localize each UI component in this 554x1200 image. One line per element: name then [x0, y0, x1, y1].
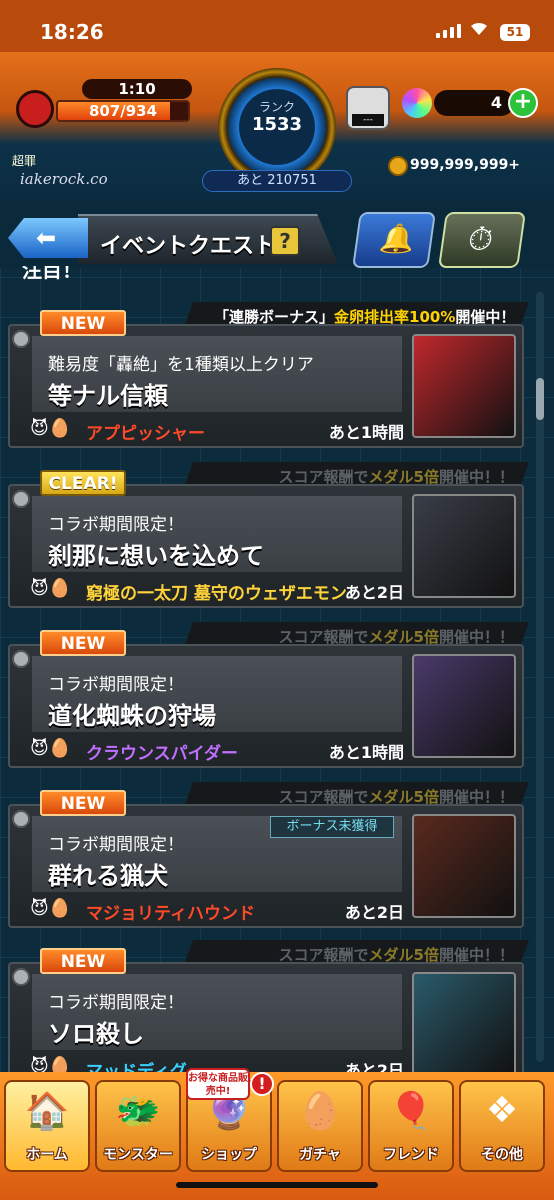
- quest-badge: CLEAR!: [40, 470, 126, 496]
- nav-label: ガチャ: [299, 1147, 341, 1163]
- coin-count: 999,999,999+: [410, 157, 521, 173]
- boss-thumbnail: [412, 814, 516, 918]
- quest-badge: NEW: [40, 790, 126, 816]
- orb-count: 4: [434, 90, 514, 116]
- nav-tab[interactable]: ❖ その他: [459, 1080, 545, 1172]
- boss-thumbnail: [412, 972, 516, 1076]
- quest-badge: NEW: [40, 310, 126, 336]
- help-button[interactable]: ?: [270, 226, 300, 256]
- quest-item[interactable]: スコア報酬でメダル5倍開催中！！ NEW コラボ期間限定！ 道化蜘蛛の狩場 😈🥚 クラウン…: [8, 622, 530, 768]
- home-indicator: [176, 1182, 378, 1188]
- quest-title: 刹那に想いを込めて: [48, 542, 264, 570]
- section-heading: 注目！: [22, 266, 82, 282]
- watermark: iakerock.co: [20, 170, 108, 188]
- nav-tab[interactable]: 🐲 モンスター: [95, 1080, 181, 1172]
- quest-footer: 😈🥚 窮極の一太刀 墓守のウェザエモン あと2日: [24, 576, 404, 604]
- pin-icon: [12, 968, 30, 986]
- timer-button[interactable]: [438, 212, 526, 268]
- orb-box-icon[interactable]: ---: [346, 86, 390, 130]
- scrollbar-thumb[interactable]: [536, 378, 544, 420]
- wifi-icon: [471, 22, 487, 35]
- battery-icon: 51: [500, 24, 530, 41]
- coin-icon: [388, 156, 408, 176]
- quest-title: ソロ殺し: [48, 1020, 144, 1048]
- quest-footer: 😈🥚 マジョリティハウンド あと2日: [24, 896, 404, 924]
- bottom-nav: 🏠 ホーム 🐲 モンスター 🔮 ショップ 🥚 ガチャ 🎈 フレンド ❖ その他: [0, 1072, 554, 1200]
- pin-icon: [12, 650, 30, 668]
- crime-label: 超罪: [12, 154, 37, 168]
- status-bar: 18:26 51: [0, 0, 554, 52]
- boss-thumbnail: [412, 654, 516, 758]
- notification-bell-button[interactable]: [352, 212, 436, 268]
- nav-tab[interactable]: 🏠 ホーム: [4, 1080, 90, 1172]
- nav-icon: 🐲: [115, 1091, 161, 1132]
- time-remaining: あと1時間: [328, 423, 404, 442]
- cellular-signal-icon: [436, 24, 461, 38]
- nav-icon: ❖: [485, 1090, 519, 1131]
- boss-thumbnail: [412, 494, 516, 598]
- status-time: 18:26: [40, 20, 104, 44]
- quest-subtitle: 難易度「轟絶」を1種類以上クリア: [48, 355, 314, 375]
- boss-name: クラウンスパイダー: [86, 744, 238, 764]
- quest-badge: NEW: [40, 630, 126, 656]
- element-egg-icon: 😈🥚: [30, 418, 72, 439]
- time-remaining: あと2日: [344, 903, 404, 922]
- nav-icon: 🎈: [388, 1091, 434, 1132]
- add-orb-button[interactable]: +: [508, 88, 538, 118]
- rank-label: ランク: [258, 100, 295, 114]
- nav-label: ホーム: [26, 1147, 68, 1163]
- stamina-value: 807/934: [88, 102, 158, 120]
- boss-name: 窮極の一太刀 墓守のウェザエモン: [86, 584, 347, 604]
- back-button[interactable]: [8, 218, 88, 258]
- rank-value: 1533: [251, 114, 303, 135]
- quest-subtitle: コラボ期間限定！: [48, 515, 184, 535]
- stamina-timer: 1:10: [82, 79, 192, 99]
- time-remaining: あと1時間: [328, 743, 404, 762]
- quest-item[interactable]: スコア報酬でメダル5倍開催中！！NEWコラボ期間限定！ソロ殺し😈🥚マッドディグあ…: [8, 940, 530, 1086]
- quest-item[interactable]: 「連勝ボーナス」金卵排出率100%開催中！ NEW 難易度「轟絶」を1種類以上クリア…: [8, 302, 530, 448]
- boss-name: アプピッシャー: [86, 424, 205, 444]
- quest-item[interactable]: スコア報酬でメダル5倍開催中！！ CLEAR! コラボ期間限定！ 刹那に想いを込めて 😈…: [8, 462, 530, 608]
- quest-badge: NEW: [40, 948, 126, 974]
- pin-icon: [12, 490, 30, 508]
- quest-title: 群れる猟犬: [48, 862, 168, 890]
- orb-icon: [402, 88, 432, 118]
- nav-tab[interactable]: 🎈 フレンド: [368, 1080, 454, 1172]
- quest-footer: 😈🥚 アプピッシャー あと1時間: [24, 416, 404, 444]
- boss-thumbnail: [412, 334, 516, 438]
- quest-subtitle: コラボ期間限定！: [48, 993, 184, 1013]
- time-remaining: あと2日: [344, 583, 404, 602]
- stamina-bar: 807/934: [56, 100, 190, 122]
- player-header: 1:10 807/934 ランク 1533 あと 210751 --- 4 + …: [0, 52, 554, 200]
- quest-subtitle: コラボ期間限定！: [48, 675, 184, 695]
- nav-icon: 🥚: [297, 1091, 343, 1132]
- rank-next-exp: あと 210751: [202, 170, 352, 192]
- element-egg-icon: 😈🥚: [30, 738, 72, 759]
- nav-label: ショップ: [201, 1147, 257, 1163]
- pin-icon: [12, 810, 30, 828]
- nav-tab[interactable]: 🥚 ガチャ: [277, 1080, 363, 1172]
- page-title: イベントクエスト: [100, 234, 277, 259]
- quest-title: 道化蜘蛛の狩場: [48, 702, 216, 730]
- quest-title: 等ナル信頼: [48, 382, 168, 410]
- nav-label: フレンド: [383, 1147, 439, 1163]
- nav-icon: 🏠: [24, 1091, 70, 1132]
- element-egg-icon: 😈🥚: [30, 898, 72, 919]
- bonus-status-badge: ボーナス未獲得: [270, 816, 394, 838]
- orb-box-label: ---: [352, 114, 384, 126]
- boss-name: マジョリティハウンド: [86, 904, 255, 924]
- nav-label: その他: [481, 1147, 523, 1163]
- pin-icon: [12, 330, 30, 348]
- shop-sale-tag: お得な商品販売中!: [186, 1068, 250, 1100]
- quest-footer: 😈🥚 クラウンスパイダー あと1時間: [24, 736, 404, 764]
- title-bar: イベントクエスト ?: [0, 208, 554, 270]
- quest-subtitle: コラボ期間限定！: [48, 835, 184, 855]
- shop-alert-badge: !: [250, 1072, 274, 1096]
- stamina-icon: [16, 90, 54, 128]
- quest-item[interactable]: スコア報酬でメダル5倍開催中！！ NEW コラボ期間限定！ 群れる猟犬 ボーナス未獲得 😈…: [8, 782, 530, 928]
- nav-label: モンスター: [103, 1147, 173, 1163]
- element-egg-icon: 😈🥚: [30, 578, 72, 599]
